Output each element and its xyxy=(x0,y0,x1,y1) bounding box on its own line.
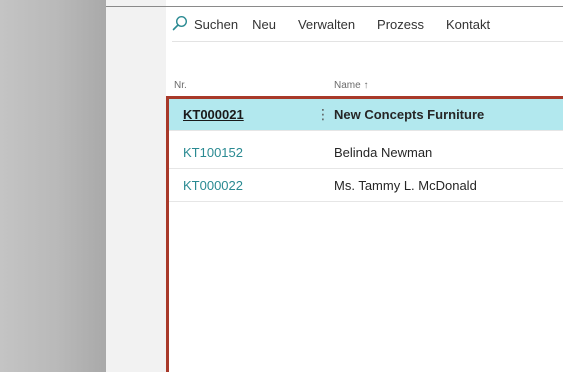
contact-name: New Concepts Furniture xyxy=(334,107,485,122)
column-header-no[interactable]: Nr. xyxy=(174,80,187,91)
manage-menu[interactable]: Verwalten xyxy=(298,17,355,32)
table-row[interactable]: KT000021 ⋮ New Concepts Furniture xyxy=(169,99,563,131)
column-header-name-label: Name xyxy=(334,80,361,91)
contact-menu[interactable]: Kontakt xyxy=(446,17,490,32)
contact-no-link[interactable]: KT000022 xyxy=(183,178,243,193)
table-row[interactable]: KT100152 Belinda Newman xyxy=(169,137,563,169)
contact-name: Belinda Newman xyxy=(334,145,433,160)
column-header-name[interactable]: Name ↑ xyxy=(334,80,368,91)
new-button[interactable]: Neu xyxy=(252,17,276,32)
action-toolbar: Suchen Neu Verwalten Prozess Kontakt xyxy=(172,7,512,41)
contact-no-link[interactable]: KT000021 xyxy=(183,107,244,122)
process-menu[interactable]: Prozess xyxy=(377,17,424,32)
contact-name: Ms. Tammy L. McDonald xyxy=(334,178,477,193)
search-icon xyxy=(172,15,194,34)
row-menu-icon[interactable]: ⋮ xyxy=(316,106,330,123)
search-button[interactable]: Suchen xyxy=(172,15,238,34)
contact-no-link[interactable]: KT100152 xyxy=(183,145,243,160)
sort-ascending-icon: ↑ xyxy=(363,80,369,91)
background-panel-left xyxy=(0,0,106,372)
toolbar-divider xyxy=(172,41,563,42)
search-label: Suchen xyxy=(194,16,239,32)
background-panel-gap xyxy=(106,0,166,372)
table-row[interactable]: KT000022 Ms. Tammy L. McDonald xyxy=(169,170,563,202)
